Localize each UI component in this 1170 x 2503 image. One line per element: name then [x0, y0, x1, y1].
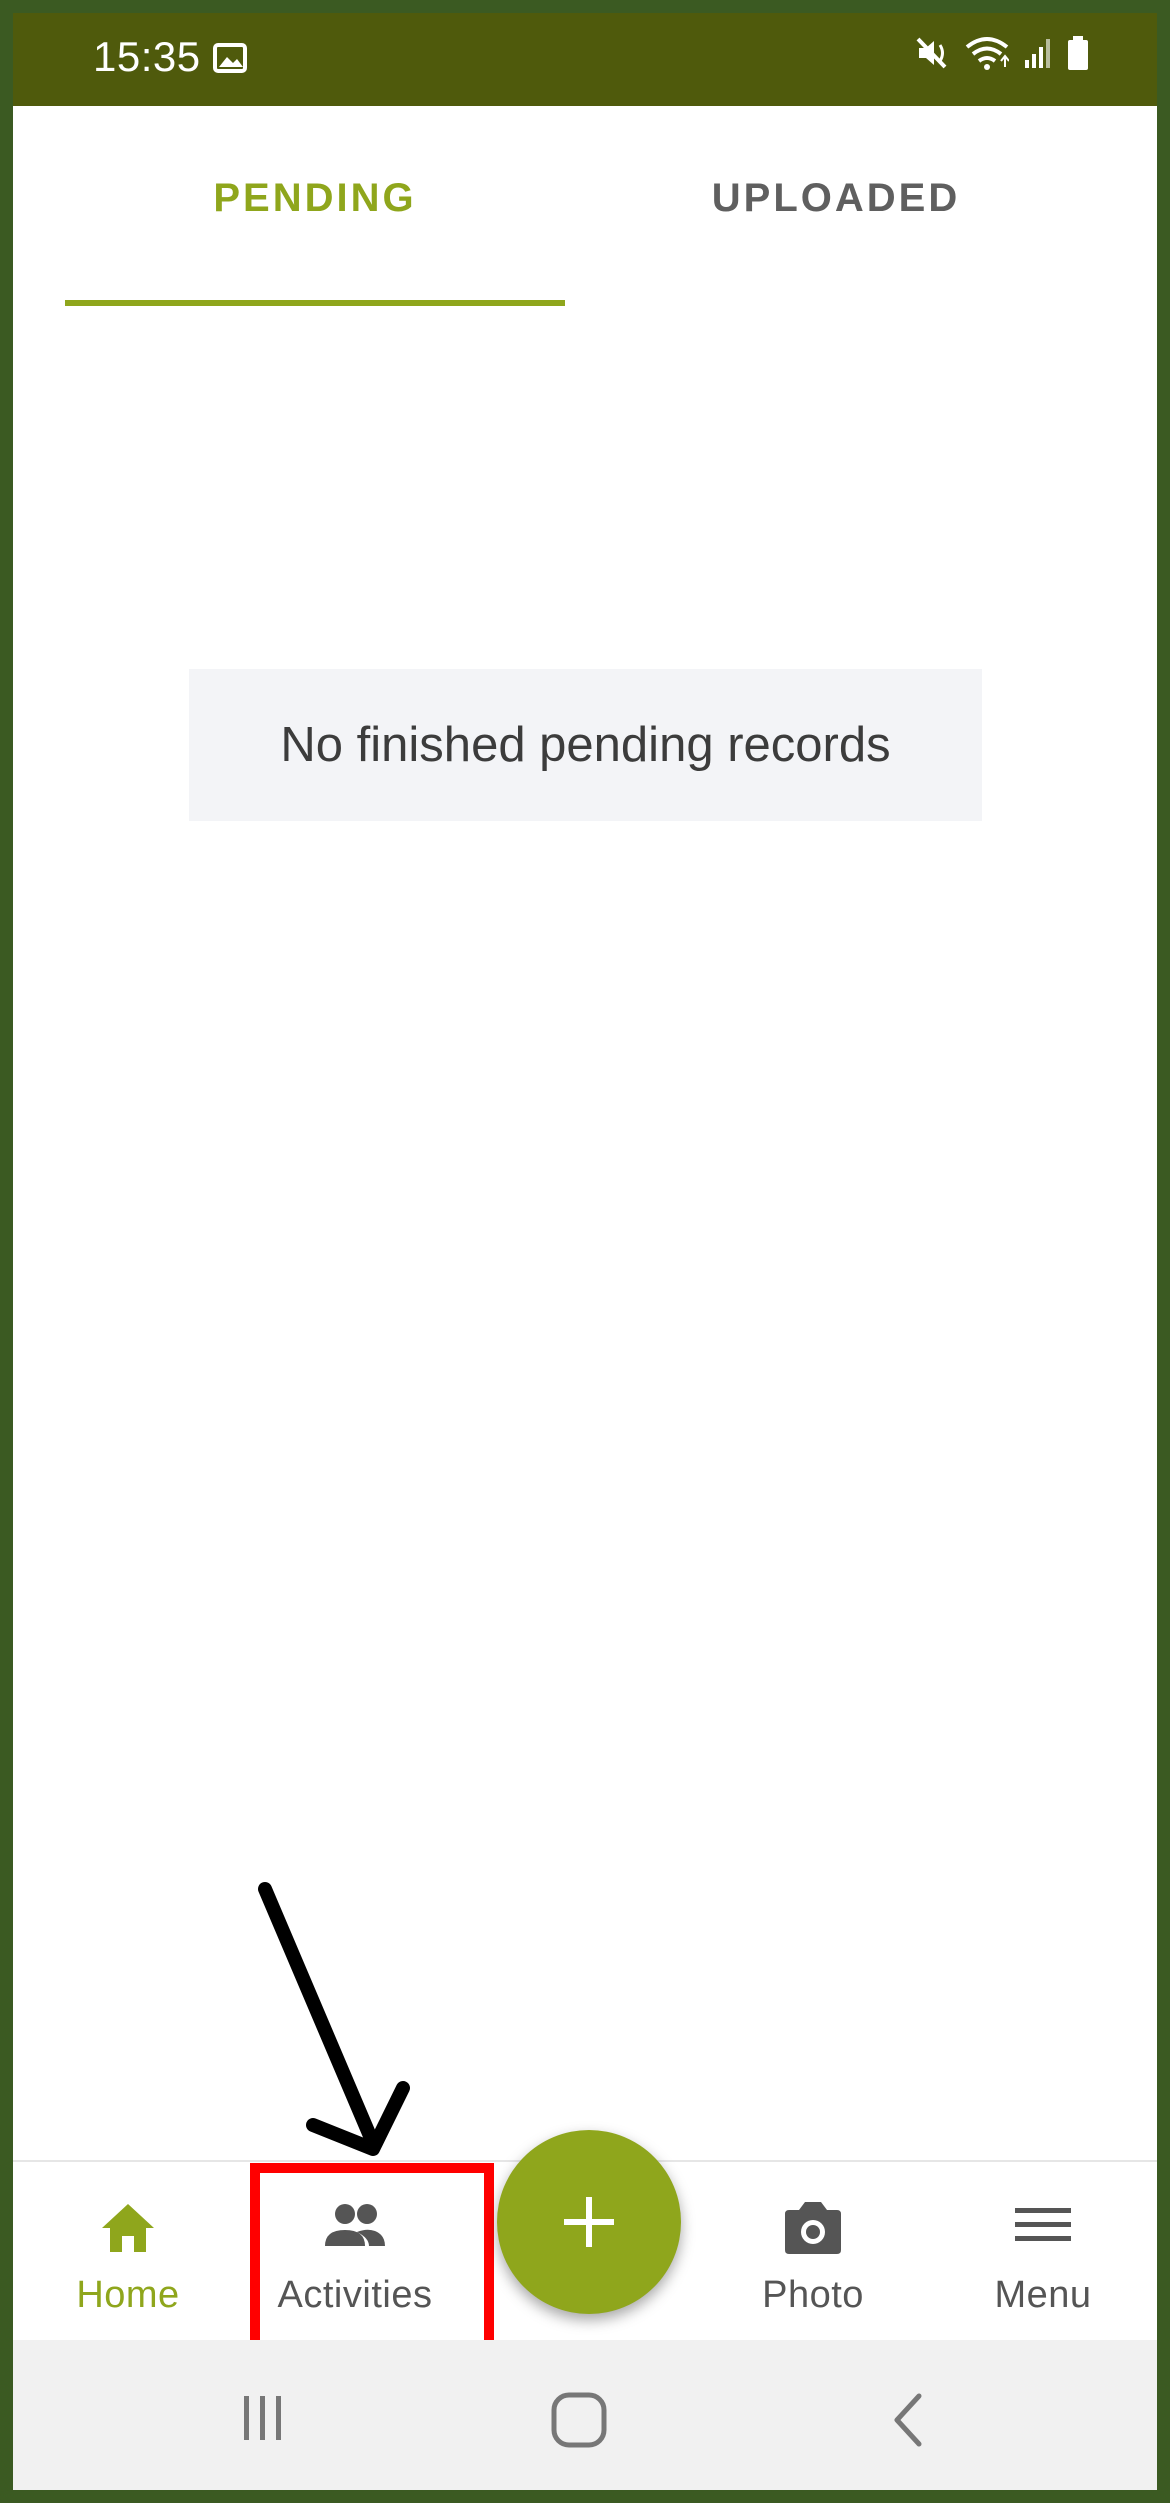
nav-photo[interactable]: Photo — [703, 2162, 923, 2342]
nav-menu[interactable]: Menu — [933, 2162, 1153, 2342]
system-navigation-bar — [13, 2340, 1157, 2490]
status-bar: 15:35 — [13, 13, 1157, 106]
status-time: 15:35 — [93, 33, 201, 80]
battery-icon — [1068, 36, 1088, 70]
empty-state-message: No finished pending records — [280, 718, 891, 772]
add-record-button[interactable] — [497, 2130, 681, 2314]
record-tabs: PENDING UPLOADED — [13, 106, 1157, 311]
tab-pending[interactable]: PENDING — [65, 176, 565, 221]
tab-uploaded[interactable]: UPLOADED — [586, 176, 1086, 221]
empty-state-box: No finished pending records — [189, 669, 982, 821]
active-tab-indicator — [65, 300, 565, 306]
mute-icon — [916, 37, 947, 69]
nav-photo-label: Photo — [762, 2274, 864, 2316]
app-screen: 15:35 PENDING UPLOADED No finished pendi… — [0, 0, 1170, 2503]
back-icon[interactable] — [887, 2390, 931, 2450]
annotation-arrow — [258, 1882, 410, 2156]
status-icons — [915, 35, 1089, 71]
nav-home-label: Home — [76, 2274, 180, 2316]
wifi-icon — [965, 37, 1009, 70]
annotation-highlight-box — [250, 2163, 494, 2358]
home-icon — [102, 2204, 154, 2252]
signal-icon — [1025, 39, 1050, 68]
recent-apps-icon[interactable] — [235, 2390, 291, 2446]
home-button-icon[interactable] — [549, 2390, 609, 2450]
camera-icon — [785, 2202, 841, 2254]
plus-icon — [564, 2197, 614, 2247]
nav-home[interactable]: Home — [18, 2162, 238, 2342]
nav-menu-label: Menu — [994, 2274, 1092, 2316]
menu-icon — [1015, 2208, 1071, 2241]
gallery-icon — [213, 43, 247, 73]
